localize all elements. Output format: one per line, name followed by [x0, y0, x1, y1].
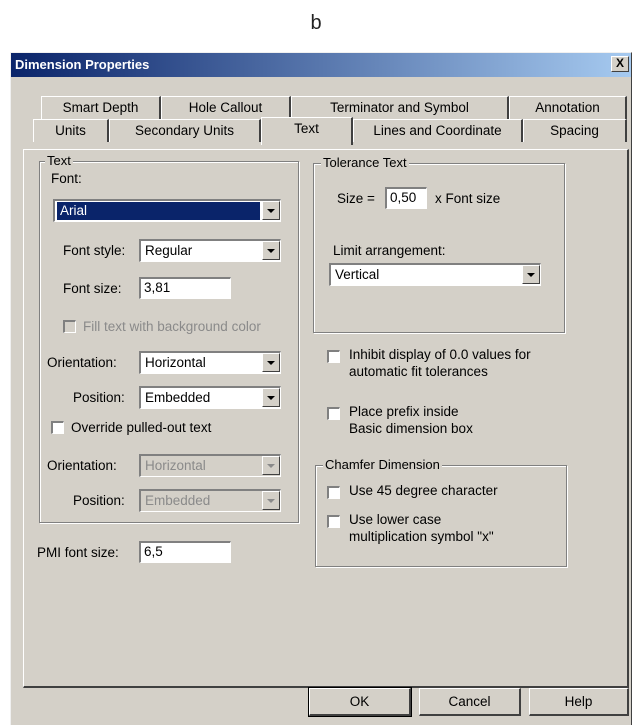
tab-lines-and-coordinate[interactable]: Lines and Coordinate: [353, 119, 523, 142]
inhibit-display-line2: automatic fit tolerances: [349, 364, 488, 379]
tolerance-size-suffix: x Font size: [435, 191, 501, 206]
font-style-label: Font style:: [63, 243, 126, 258]
position-value: Embedded: [145, 390, 211, 405]
tab-terminator-and-symbol[interactable]: Terminator and Symbol: [291, 96, 509, 119]
use-45-degree-checkbox[interactable]: [327, 486, 340, 499]
tab-units[interactable]: Units: [33, 119, 109, 142]
text-group-legend: Text: [45, 153, 73, 168]
chevron-down-icon[interactable]: [262, 353, 280, 372]
override-pulled-out-checkbox[interactable]: [51, 421, 64, 434]
pmi-font-size-field[interactable]: 6,5: [139, 541, 231, 563]
fill-background-checkbox[interactable]: [63, 320, 76, 333]
place-prefix-checkbox[interactable]: [327, 407, 340, 420]
lowercase-x-checkbox[interactable]: [327, 515, 340, 528]
chevron-down-icon[interactable]: [522, 265, 540, 284]
tab-spacing[interactable]: Spacing: [523, 119, 627, 142]
tab-text[interactable]: Text: [261, 117, 353, 145]
tolerance-text-legend: Tolerance Text: [321, 155, 409, 170]
dialog-title: Dimension Properties: [15, 57, 150, 72]
close-button[interactable]: X: [611, 56, 629, 72]
orientation-label: Orientation:: [47, 355, 117, 370]
tab-hole-callout[interactable]: Hole Callout: [161, 96, 291, 119]
font-label: Font:: [51, 171, 82, 186]
inhibit-display-checkbox[interactable]: [327, 350, 340, 363]
orientation-dropdown[interactable]: Horizontal: [139, 351, 281, 374]
limit-arrangement-label: Limit arrangement:: [333, 243, 446, 258]
help-button[interactable]: Help: [529, 688, 629, 716]
font-size-field[interactable]: 3,81: [139, 277, 231, 299]
chevron-down-icon[interactable]: [262, 491, 280, 510]
chamfer-dimension-legend: Chamfer Dimension: [323, 457, 442, 472]
chevron-down-icon[interactable]: [262, 201, 280, 220]
override-pulled-out-label: Override pulled-out text: [71, 420, 212, 435]
font-style-dropdown[interactable]: Regular: [139, 239, 281, 262]
place-prefix-line2: Basic dimension box: [349, 421, 473, 436]
limit-arrangement-dropdown[interactable]: Vertical: [329, 263, 541, 286]
position-dropdown[interactable]: Embedded: [139, 386, 281, 409]
title-bar[interactable]: Dimension Properties X: [11, 53, 631, 77]
figure-caption: b: [310, 12, 322, 34]
chevron-down-icon[interactable]: [262, 388, 280, 407]
inhibit-display-line1: Inhibit display of 0.0 values for: [349, 347, 531, 362]
tolerance-size-label: Size =: [337, 191, 375, 206]
override-orientation-label: Orientation:: [47, 458, 117, 473]
place-prefix-line1: Place prefix inside: [349, 404, 459, 419]
fill-background-label: Fill text with background color: [83, 319, 261, 334]
chevron-down-icon[interactable]: [262, 241, 280, 260]
tolerance-size-field[interactable]: 0,50: [385, 187, 427, 209]
use-45-degree-label: Use 45 degree character: [349, 483, 498, 498]
override-orientation-dropdown[interactable]: Horizontal: [139, 454, 281, 477]
tab-secondary-units[interactable]: Secondary Units: [109, 119, 261, 142]
chevron-down-icon[interactable]: [262, 456, 280, 475]
lowercase-x-line1: Use lower case: [349, 512, 442, 527]
font-dropdown[interactable]: Arial: [53, 199, 281, 222]
font-value: Arial: [57, 202, 260, 220]
pmi-font-size-label: PMI font size:: [37, 545, 119, 560]
tab-smart-depth[interactable]: Smart Depth: [41, 96, 161, 119]
font-style-value: Regular: [145, 243, 193, 258]
override-position-value: Embedded: [145, 493, 211, 508]
cancel-button[interactable]: Cancel: [419, 688, 521, 716]
override-position-label: Position:: [73, 493, 125, 508]
lowercase-x-line2: multiplication symbol "x": [349, 529, 494, 544]
tab-annotation[interactable]: Annotation: [509, 96, 627, 119]
position-label: Position:: [73, 390, 125, 405]
limit-arrangement-value: Vertical: [335, 267, 380, 282]
font-size-label: Font size:: [63, 281, 122, 296]
dimension-properties-dialog: Dimension Properties X Smart Depth Hole …: [10, 52, 632, 725]
override-orientation-value: Horizontal: [145, 458, 206, 473]
orientation-value: Horizontal: [145, 355, 206, 370]
ok-button[interactable]: OK: [308, 687, 412, 717]
override-position-dropdown[interactable]: Embedded: [139, 489, 281, 512]
